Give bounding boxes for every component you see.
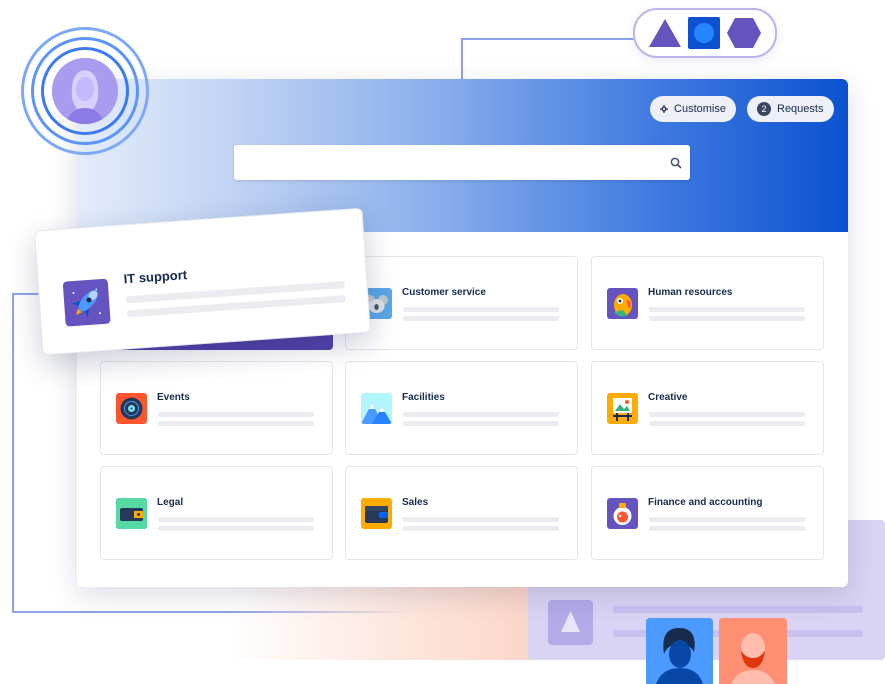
- decorative-gradient: [230, 585, 530, 660]
- search-icon[interactable]: [670, 157, 682, 169]
- placeholder-line: [158, 517, 314, 522]
- category-card-legal[interactable]: Legal: [100, 466, 333, 560]
- category-card-human-resources[interactable]: Human resources: [591, 256, 824, 350]
- vinyl-record-icon: [116, 393, 147, 424]
- requests-button[interactable]: 2 Requests: [747, 96, 834, 122]
- placeholder-line: [649, 307, 805, 312]
- person-avatar-blue: [646, 618, 713, 684]
- customise-label: Customise: [674, 103, 726, 115]
- connector-line-top-vertical: [461, 38, 463, 80]
- placeholder-line: [403, 316, 559, 321]
- requests-count-badge: 2: [757, 102, 771, 116]
- category-label: Events: [157, 392, 190, 403]
- placeholder-line: [649, 517, 805, 522]
- placeholder-line: [158, 526, 314, 531]
- category-card-finance-and-accounting[interactable]: Finance and accounting: [591, 466, 824, 560]
- connector-line-top-horizontal: [461, 38, 635, 40]
- placeholder-line: [649, 421, 805, 426]
- briefcase-icon: [116, 498, 147, 529]
- wallet-icon: [361, 498, 392, 529]
- placeholder-line: [158, 412, 314, 417]
- placeholder-line: [649, 316, 805, 321]
- parrot-icon: [607, 288, 638, 319]
- placeholder-line: [403, 412, 559, 417]
- category-card-events[interactable]: Events: [100, 361, 333, 455]
- it-support-card[interactable]: IT support: [34, 207, 371, 356]
- gear-icon: [660, 104, 669, 114]
- placeholder-line: [158, 421, 314, 426]
- category-card-customer-service[interactable]: Customer service: [345, 256, 578, 350]
- triangle-icon: [649, 19, 681, 47]
- category-card-creative[interactable]: Creative: [591, 361, 824, 455]
- placeholder-line: [403, 517, 559, 522]
- help-center-banner: Customise 2 Requests: [77, 79, 848, 232]
- requests-label: Requests: [777, 103, 824, 115]
- category-label: Sales: [402, 497, 429, 508]
- person-avatar-peach: [719, 618, 787, 684]
- category-card-facilities[interactable]: Facilities: [345, 361, 578, 455]
- category-label: Human resources: [648, 287, 733, 298]
- square-icon: [688, 17, 720, 49]
- customise-button[interactable]: Customise: [650, 96, 736, 122]
- category-label: Legal: [157, 497, 184, 508]
- placeholder-line: [649, 526, 805, 531]
- preview-logo-icon: [548, 600, 593, 645]
- placeholder-line: [649, 412, 805, 417]
- hexagon-icon: [727, 18, 761, 48]
- easel-icon: [607, 393, 638, 424]
- category-label: Facilities: [402, 392, 445, 403]
- it-support-label: IT support: [123, 267, 188, 287]
- shapes-badge: [633, 8, 777, 58]
- category-label: Creative: [648, 392, 688, 403]
- search-input[interactable]: [234, 145, 690, 180]
- rocket-icon: [62, 278, 111, 327]
- category-label: Finance and accounting: [648, 497, 763, 508]
- category-card-sales[interactable]: Sales: [345, 466, 578, 560]
- placeholder-line: [403, 421, 559, 426]
- piggy-bank-icon: [607, 498, 638, 529]
- placeholder-line: [403, 307, 559, 312]
- category-label: Customer service: [402, 287, 486, 298]
- connector-line-left-vertical: [12, 293, 14, 613]
- avatar: [52, 58, 118, 124]
- placeholder-line: [403, 526, 559, 531]
- preview-text-line: [613, 606, 863, 613]
- mountains-icon: [361, 393, 392, 424]
